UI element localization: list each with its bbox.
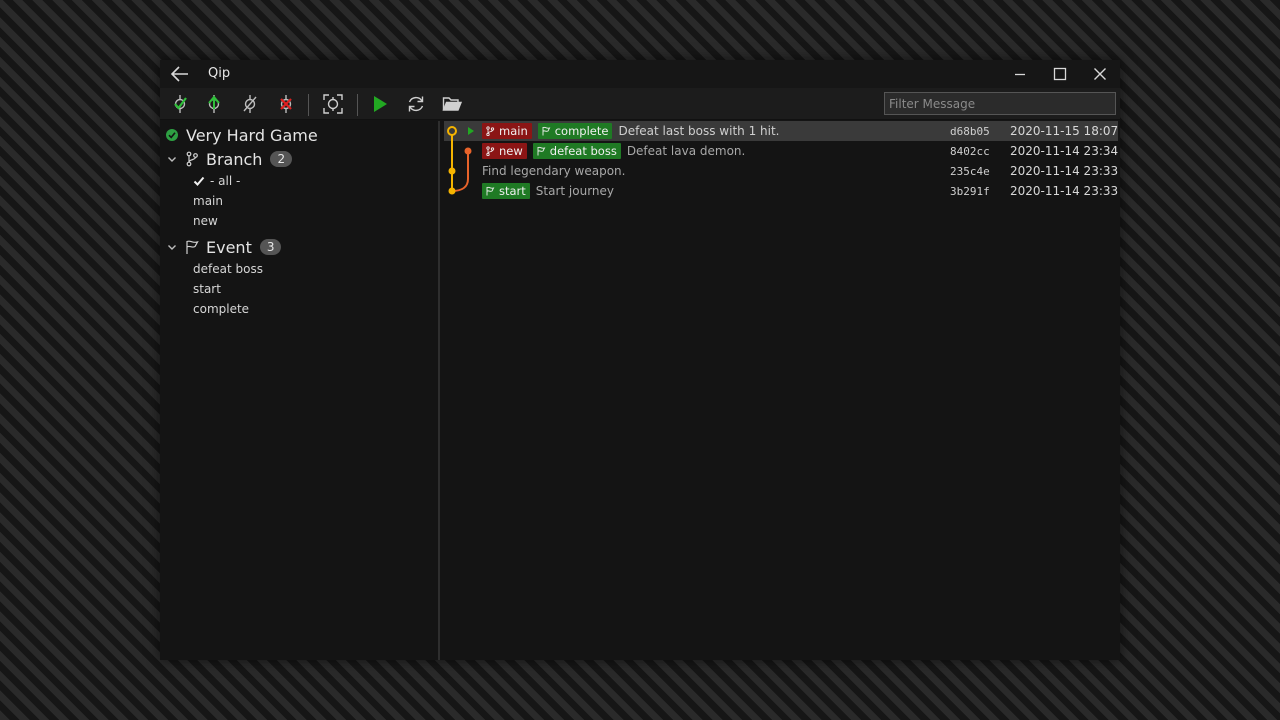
commit-hash: d68b05 (950, 124, 990, 138)
toolbar-separator (357, 94, 358, 116)
event-tag[interactable]: complete (537, 123, 613, 139)
commit-graph (447, 126, 474, 195)
chevron-down-icon[interactable] (166, 153, 178, 165)
commit-message: Find legendary weapon. (482, 164, 626, 178)
commit-date: 2020-11-14 23:33 (1010, 164, 1119, 178)
event-item-label: complete (193, 302, 250, 316)
repo-name: Very Hard Game (186, 125, 318, 145)
commit-row[interactable]: new defeat boss Defeat lava demon. 8402c… (444, 141, 1118, 161)
filter-message-input[interactable] (884, 92, 1116, 115)
branch-item-main[interactable]: main (193, 192, 223, 210)
commit-hash: 8402cc (950, 144, 990, 158)
check-icon (193, 176, 205, 186)
event-item-defeat-boss[interactable]: defeat boss (193, 260, 263, 278)
event-item-label: defeat boss (193, 262, 263, 276)
commit-message: Defeat lava demon. (626, 144, 746, 158)
toolbar (160, 88, 1120, 120)
branch-section-label: Branch (206, 149, 263, 169)
event-section-header[interactable]: Event 3 (166, 236, 282, 258)
flag-icon (537, 146, 546, 156)
branch-tag[interactable]: new (482, 143, 527, 159)
branch-item-new[interactable]: new (193, 212, 218, 230)
event-item-complete[interactable]: complete (193, 300, 249, 318)
screenshot-icon[interactable] (323, 94, 343, 114)
graph-node (464, 147, 472, 155)
folder-open-icon[interactable] (442, 94, 462, 114)
branch-tag-label: main (499, 124, 528, 138)
graph-node (448, 187, 456, 195)
commit-list: main complete Defeat last boss with 1 hi… (442, 121, 1120, 660)
commit-icon[interactable] (170, 94, 190, 114)
minimize-icon[interactable] (1012, 66, 1028, 82)
graph-node (448, 167, 456, 175)
event-tag[interactable]: start (482, 183, 530, 199)
repo-status-check-icon (166, 129, 178, 141)
event-count-badge: 3 (259, 239, 282, 255)
event-tag-label: complete (554, 124, 609, 138)
refresh-icon[interactable] (406, 94, 426, 114)
close-icon[interactable] (1092, 66, 1108, 82)
maximize-icon[interactable] (1052, 66, 1068, 82)
branch-count-badge: 2 (270, 151, 293, 167)
commit-message: Defeat last boss with 1 hit. (618, 124, 780, 138)
event-item-start[interactable]: start (193, 280, 221, 298)
event-tag-label: defeat boss (549, 144, 617, 158)
commit-hash: 3b291f (950, 184, 990, 198)
event-item-label: start (193, 282, 221, 296)
event-tag[interactable]: defeat boss (532, 143, 621, 159)
back-arrow-icon[interactable] (170, 65, 190, 83)
discard-icon[interactable] (276, 94, 296, 114)
unlink-icon[interactable] (240, 94, 260, 114)
repo-item[interactable]: Very Hard Game (166, 124, 318, 146)
app-title: Qip (208, 66, 231, 81)
branch-item-label: new (193, 214, 218, 228)
flag-icon (186, 240, 199, 254)
branch-icon (486, 146, 495, 156)
commit-date: 2020-11-14 23:34 (1010, 144, 1119, 158)
app-window: Qip Filter Message Very Hard Game Branch… (160, 60, 1120, 660)
commit-hash: 235c4e (950, 164, 990, 178)
branch-icon (186, 151, 198, 167)
current-commit-play-icon (468, 127, 474, 135)
title-bar: Qip (160, 60, 1120, 88)
branch-item-label: main (193, 194, 223, 208)
commit-date: 2020-11-14 23:33 (1010, 184, 1119, 198)
branch-item-label: - all - (210, 174, 241, 188)
play-icon[interactable] (370, 94, 390, 114)
commit-row[interactable]: start Start journey 3b291f 2020-11-14 23… (444, 181, 1118, 201)
flag-icon (486, 186, 495, 196)
branch-tag-label: new (499, 144, 523, 158)
branch-icon (486, 126, 495, 136)
commit-row[interactable]: Find legendary weapon. 235c4e 2020-11-14… (444, 161, 1118, 181)
chevron-down-icon[interactable] (166, 241, 178, 253)
flag-icon (542, 126, 551, 136)
commit-message: Start journey (535, 184, 615, 198)
event-section-label: Event (206, 237, 252, 257)
branch-tag[interactable]: main (482, 123, 532, 139)
commit-row[interactable]: main complete Defeat last boss with 1 hi… (444, 121, 1118, 141)
branch-section-header[interactable]: Branch 2 (166, 148, 293, 170)
toolbar-separator (308, 94, 309, 116)
commit-date: 2020-11-15 18:07 (1010, 124, 1119, 138)
event-tag-label: start (499, 184, 526, 198)
sidebar: Very Hard Game Branch 2 - all - main new… (160, 121, 440, 660)
push-icon[interactable] (204, 94, 224, 114)
graph-head-node (447, 126, 457, 136)
branch-item-all[interactable]: - all - (193, 172, 240, 190)
